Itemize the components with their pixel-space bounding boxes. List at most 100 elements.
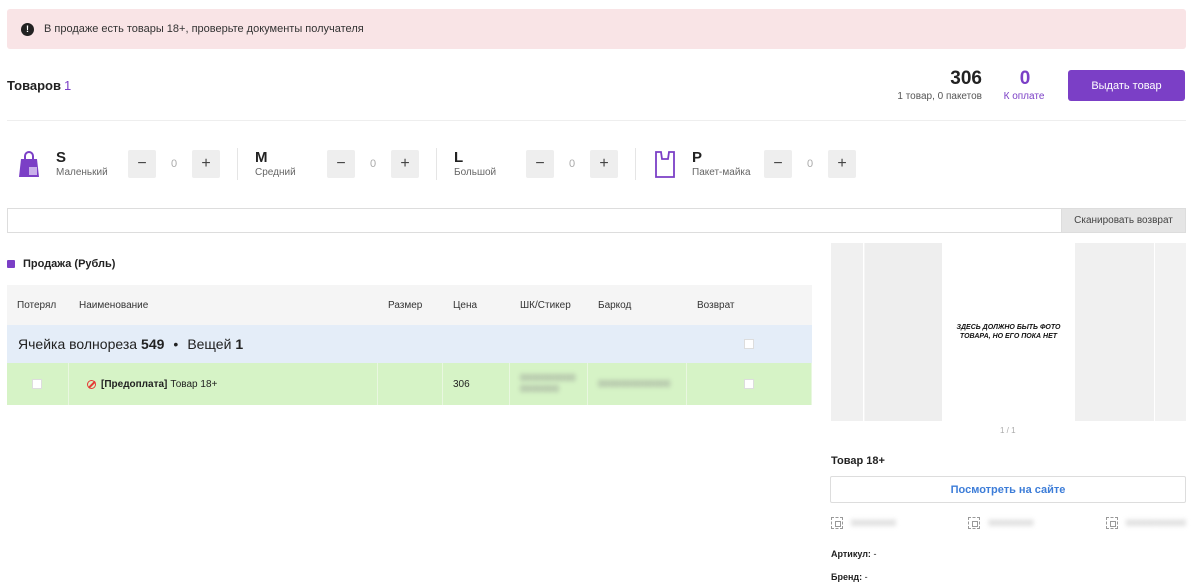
t-shirt-bag-icon [653, 150, 677, 178]
quantity-stepper: − 0 + [327, 150, 419, 178]
size-cell [378, 363, 443, 405]
minus-button[interactable]: − [327, 150, 355, 178]
quantity-stepper: − 0 + [764, 150, 856, 178]
product-codes: 000000000 000000000 000000000000 [831, 517, 1186, 529]
quantity-value[interactable]: 0 [156, 158, 192, 170]
package-name: Пакет-майка [692, 167, 751, 178]
package-name: Средний [255, 167, 296, 178]
package-size: P [692, 149, 703, 166]
scan-code-icon [831, 517, 843, 529]
return-checkbox[interactable] [744, 379, 754, 389]
photo-thumb [1154, 243, 1186, 421]
items-count: 1 [64, 78, 72, 93]
return-cell [687, 363, 812, 405]
item-name: Товар 18+ [170, 378, 218, 390]
code-item: 000000000 [968, 517, 1034, 529]
exclamation-icon: ! [21, 22, 34, 36]
view-on-site-button[interactable]: Посмотреть на сайте [830, 476, 1186, 503]
photo-thumb [831, 243, 864, 421]
article-value: - [873, 549, 877, 559]
plus-button[interactable]: + [391, 150, 419, 178]
product-name: Товар 18+ [831, 455, 885, 467]
alert-text: В продаже есть товары 18+, проверьте док… [44, 23, 364, 35]
items-label: Товаров [7, 78, 61, 93]
minus-button[interactable]: − [128, 150, 156, 178]
column-header-barcode: Баркод [588, 285, 687, 325]
forbidden-icon [87, 379, 96, 389]
total-amount: 306 [950, 68, 982, 89]
column-header-price: Цена [443, 285, 510, 325]
separator-dot: • [173, 336, 179, 352]
sale-section-header: Продажа (Рубль) [7, 258, 115, 270]
price-cell: 306 [443, 363, 510, 405]
to-pay-label: К оплате [1003, 91, 1045, 102]
code-item: 000000000000 [1105, 517, 1186, 529]
quantity-stepper: − 0 + [128, 150, 220, 178]
photo-thumb [865, 243, 942, 421]
shopping-bag-icon [17, 150, 41, 178]
total-subtitle: 1 товар, 0 пакетов [897, 91, 982, 102]
things-count: 1 [235, 336, 244, 352]
plus-button[interactable]: + [192, 150, 220, 178]
minus-button[interactable]: − [526, 150, 554, 178]
brand-label: Бренд: [831, 572, 863, 582]
quantity-value[interactable]: 0 [554, 158, 590, 170]
scan-return-input[interactable] [7, 208, 1061, 233]
package-name: Большой [454, 167, 497, 178]
column-header-size: Размер [378, 285, 443, 325]
total-summary: 306 1 товар, 0 пакетов [897, 68, 982, 103]
photo-placeholder-text: ЗДЕСЬ ДОЛЖНО БЫТЬ ФОТО ТОВАРА, НО ЕГО ПО… [956, 324, 1061, 340]
scan-code-icon [1105, 517, 1118, 529]
brand-line: Бренд: - [831, 572, 868, 582]
brand-value: - [864, 572, 868, 582]
package-m: M Средний − 0 + [255, 148, 437, 180]
plus-button[interactable]: + [590, 150, 618, 178]
barcode-value: 0000000000000 [598, 378, 671, 390]
code-value: 000000000 [851, 518, 897, 528]
prepay-tag: [Предоплата] [101, 378, 168, 390]
package-size: L [454, 149, 464, 166]
column-header-return: Возврат [687, 285, 812, 325]
article-label: Артикул: [831, 549, 871, 559]
package-size: S [56, 149, 67, 166]
items-table: Потерял Наименование Размер Цена ШК/Стик… [7, 285, 812, 405]
package-l: L Большой − 0 + [454, 148, 636, 180]
column-header-lost: Потерял [7, 285, 69, 325]
package-size: M [255, 149, 268, 166]
photo-pager: 1 / 1 [1000, 426, 1016, 435]
to-pay-amount: 0 [1019, 68, 1031, 89]
column-header-name: Наименование [69, 285, 378, 325]
code-value: 000000000 [988, 518, 1034, 528]
column-header-sticker: ШК/Стикер [510, 285, 588, 325]
quantity-value[interactable]: 0 [792, 158, 828, 170]
packages-bar: S Маленький − 0 + M Средний − 0 + L Боль… [17, 148, 890, 180]
plus-button[interactable]: + [828, 150, 856, 178]
divider [7, 120, 1186, 121]
product-photo-carousel[interactable]: ЗДЕСЬ ДОЛЖНО БЫТЬ ФОТО ТОВАРА, НО ЕГО ПО… [831, 243, 1186, 421]
age-warning-alert: ! В продаже есть товары 18+, проверьте д… [7, 9, 1186, 49]
sale-checkbox[interactable] [7, 260, 15, 268]
scan-return-button[interactable]: Сканировать возврат [1061, 208, 1186, 233]
photo-main: ЗДЕСЬ ДОЛЖНО БЫТЬ ФОТО ТОВАРА, НО ЕГО ПО… [942, 243, 1075, 421]
photo-thumb [1075, 243, 1154, 421]
quantity-value[interactable]: 0 [355, 158, 391, 170]
minus-button[interactable]: − [764, 150, 792, 178]
barcode-cell: 0000000000000 [588, 363, 687, 405]
issue-goods-button[interactable]: Выдать товар [1068, 70, 1185, 101]
to-pay-summary: 0 К оплате [1003, 68, 1047, 103]
group-return-checkbox[interactable] [744, 339, 754, 349]
items-title: Товаров 1 [7, 78, 71, 93]
code-value: 000000000000 [1125, 518, 1186, 528]
lost-cell [7, 363, 69, 405]
package-p: P Пакет-майка − 0 + [653, 148, 873, 180]
lost-checkbox[interactable] [32, 379, 42, 389]
package-name: Маленький [56, 167, 108, 178]
sticker-cell: 0000000000 0000000 [510, 363, 588, 405]
scan-code-icon [968, 517, 981, 529]
code-item: 000000000 [831, 517, 896, 529]
name-cell: [Предоплата] Товар 18+ [69, 363, 378, 405]
quantity-stepper: − 0 + [526, 150, 618, 178]
cell-prefix: Ячейка волнореза [18, 336, 138, 352]
cell-number: 549 [141, 336, 165, 352]
sale-title: Продажа (Рубль) [23, 258, 116, 270]
